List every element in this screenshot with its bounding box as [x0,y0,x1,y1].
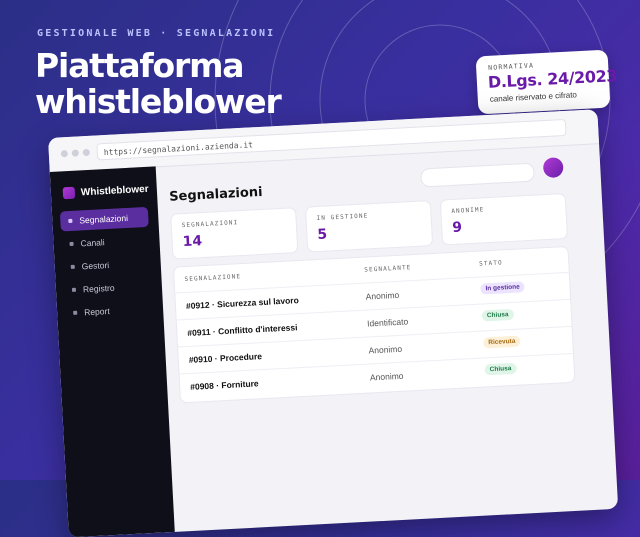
avatar[interactable] [542,157,564,179]
report-id: #0911 · Conflitto d'interessi [187,322,298,338]
reporter-type: Anonimo [368,343,403,356]
bullet-icon [73,310,78,315]
report-id: #0908 · Forniture [189,378,259,392]
reporter-type: Anonimo [369,370,404,383]
brand: Whistleblower [62,183,149,200]
report-id: #0910 · Procedure [188,351,263,365]
stat-value: 9 [451,219,463,236]
column-header-segnalante[interactable]: SEGNALANTE [364,264,411,273]
regulation-badge: NORMATIVA D.Lgs. 24/2023 canale riservat… [475,49,617,115]
bullet-icon [69,241,74,247]
stat-label: IN GESTIONE [316,212,369,223]
brand-name: Whistleblower [80,183,149,198]
sidebar-item-label: Report [83,306,110,318]
report-id: #0912 · Sicurezza sul lavoro [185,295,300,312]
stat-card-in-gestione: IN GESTIONE 5 [304,200,434,253]
browser-window: https://segnalazioni.azienda.it Whistleb… [48,109,619,537]
hero-title-line1: Piattaforma [35,46,245,85]
status-badge: In gestione [480,281,526,295]
sidebar-item-label: Gestori [81,259,110,272]
sidebar-item-gestori[interactable]: Gestori [62,253,151,278]
stat-value: 14 [182,233,203,251]
page-title: Segnalazioni [168,184,263,205]
reports-table: SEGNALAZIONE SEGNALANTE STATO #0912 · Si… [172,245,576,404]
sidebar-item-canali[interactable]: Canali [61,230,150,255]
stat-label: ANONIME [451,206,485,215]
sidebar-item-report[interactable]: Report [65,299,154,324]
status-badge: Chiusa [481,308,514,322]
stat-card-anonime: ANONIME 9 [439,192,568,246]
column-header-stato[interactable]: STATO [479,259,503,267]
sidebar-item-label: Canali [80,237,105,249]
window-dot-icon[interactable] [71,149,80,157]
stat-value: 5 [317,226,328,244]
column-header-segnalazione[interactable]: SEGNALAZIONE [184,273,241,283]
badge-subtitle: canale riservato e cifrato [489,90,578,104]
hero-title: Piattaforma whistleblower [35,46,282,121]
window-dot-icon[interactable] [82,148,90,157]
bullet-icon [71,287,77,292]
stat-card-segnalazioni: SEGNALAZIONI 14 [170,207,299,260]
window-dot-icon[interactable] [60,149,69,158]
hero-title-line2: whistleblower [35,82,282,121]
stat-label: SEGNALAZIONI [181,219,239,230]
eyebrow-text: GESTIONALE WEB · SEGNALAZIONI [37,28,276,39]
brand-logo-icon [62,186,76,200]
status-badge: Ricevuta [483,335,521,349]
bullet-icon [68,218,73,224]
sidebar-item-label: Registro [82,282,115,295]
url-bar[interactable]: https://segnalazioni.azienda.it [96,118,567,161]
bullet-icon [70,264,75,269]
reporter-type: Identificato [366,316,409,329]
sidebar-item-segnalazioni[interactable]: Segnalazioni [59,206,149,232]
reporter-type: Anonimo [365,289,400,302]
status-badge: Chiusa [484,362,517,376]
sidebar: Whistleblower Segnalazioni Canali Gestor… [49,166,175,537]
search-input[interactable] [420,162,535,188]
sidebar-item-registro[interactable]: Registro [63,276,152,301]
sidebar-item-label: Segnalazioni [79,212,129,226]
